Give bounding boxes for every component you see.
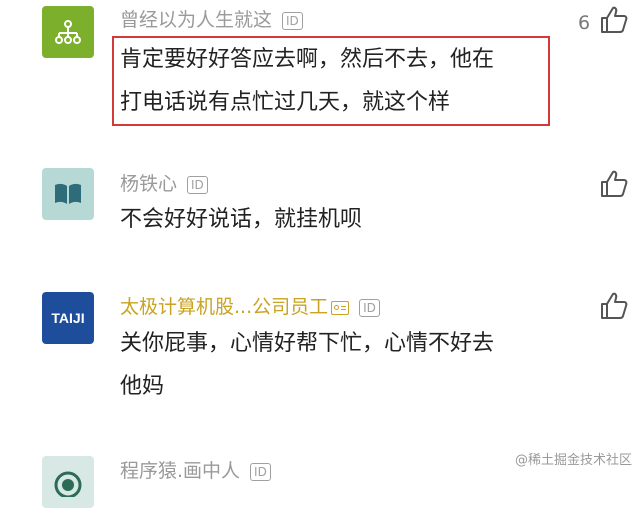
username-text: 杨铁心	[120, 173, 178, 195]
username-text: 程序猿.画中人	[120, 460, 241, 482]
person-illustration-icon	[54, 471, 82, 497]
thumbs-up-icon[interactable]	[598, 168, 630, 200]
avatar[interactable]: TAIJI	[42, 292, 94, 344]
id-badge: ID	[359, 298, 380, 317]
watermark: @稀土掘金技术社区	[514, 453, 632, 468]
avatar[interactable]	[42, 6, 94, 58]
username[interactable]: 程序猿.画中人 ID	[120, 460, 271, 482]
username[interactable]: 曾经以为人生就这 ID	[120, 9, 303, 31]
thumbs-up-icon[interactable]	[598, 290, 630, 322]
username[interactable]: 杨铁心 ID	[120, 173, 208, 195]
comment-line: 关你屁事，心情好帮下忙，心情不好去	[120, 331, 495, 356]
id-badge: ID	[250, 462, 271, 481]
comment-text: 不会好好说话，就挂机呗	[120, 198, 362, 241]
book-icon	[55, 183, 81, 204]
comment-text: 关你屁事，心情好帮下忙，心情不好去 他妈	[120, 322, 494, 408]
like-count: 6	[578, 12, 591, 34]
sitemap-icon	[55, 20, 81, 44]
username[interactable]: 太极计算机股...公司员工 ID	[120, 296, 380, 318]
username-text: 太极计算机股...公司员工	[120, 296, 329, 318]
avatar[interactable]	[42, 456, 94, 508]
staff-badge-icon	[331, 300, 350, 315]
highlight-box	[112, 36, 550, 126]
comment-line: 他妈	[120, 374, 165, 399]
avatar[interactable]	[42, 168, 94, 220]
username-text: 曾经以为人生就这	[120, 9, 273, 31]
thumbs-up-icon[interactable]	[598, 4, 630, 36]
id-badge: ID	[282, 11, 303, 30]
avatar-logo: TAIJI	[51, 310, 85, 326]
id-badge: ID	[187, 175, 208, 194]
comment-line: 不会好好说话，就挂机呗	[120, 207, 363, 232]
